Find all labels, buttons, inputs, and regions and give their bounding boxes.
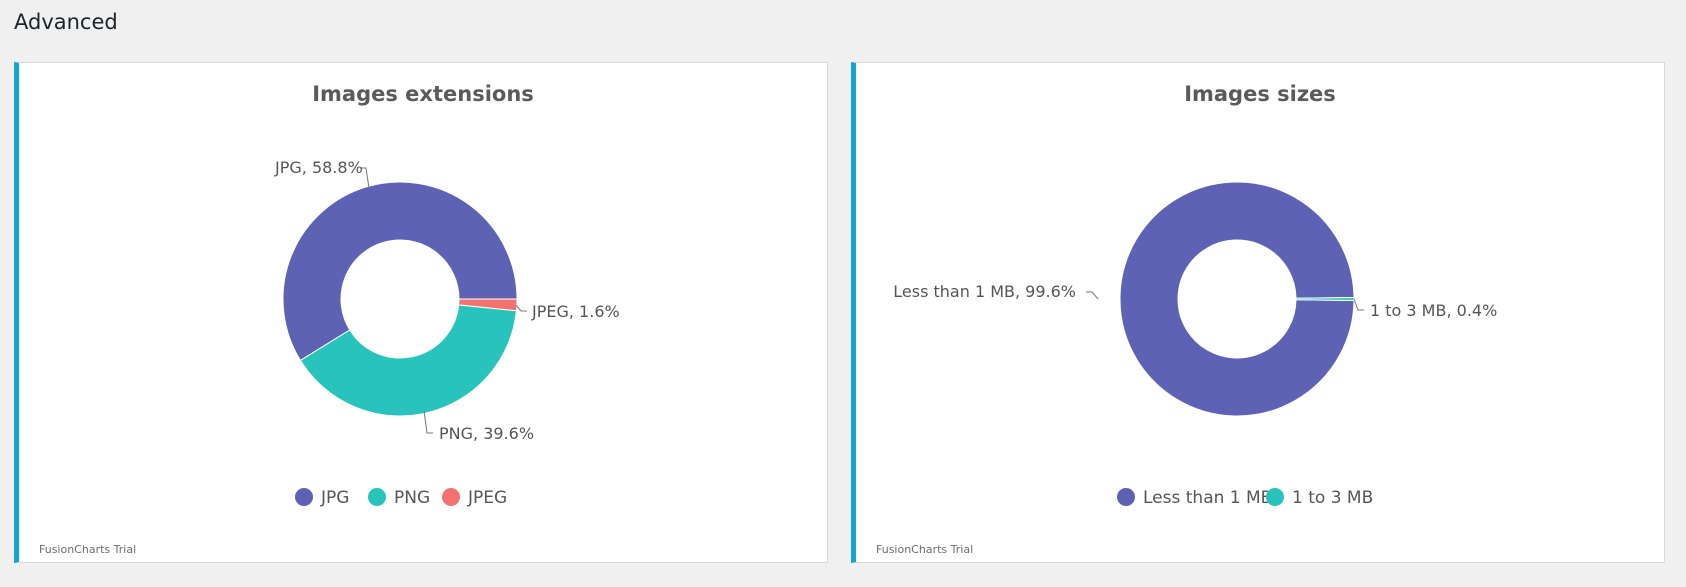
legend-swatch [1266,488,1284,506]
legend-swatch [295,488,313,506]
label-connector-less-than-1-mb [1086,291,1099,300]
slice-label-png: PNG, 39.6% [439,424,534,443]
legend: JPG PNG JPEG [295,488,507,508]
watermark: FusionCharts Trial [876,543,973,556]
slice-label-1-to-3-mb: 1 to 3 MB, 0.4% [1370,301,1497,320]
label-connector-1-to-3-mb [1353,298,1364,311]
slices [1119,181,1355,417]
doughnut-chart-images-extensions: Images extensions JPG, 58.8% JPEG, 1.6% PN… [39,82,620,556]
legend-swatch [368,488,386,506]
legend-label: JPG [320,488,349,508]
chart-title: Images sizes [1184,82,1336,106]
legend-swatch [442,488,460,506]
watermark: FusionCharts Trial [39,543,136,556]
slice-label-jpg: JPG, 58.8% [274,158,363,177]
legend-item-png[interactable]: PNG [368,488,430,508]
legend: Less than 1 MB 1 to 3 MB [1117,488,1373,508]
doughnut-chart-images-sizes: Images sizes Less than 1 MB, 99.6% 1 to 3… [876,82,1497,556]
legend-label: PNG [394,488,430,508]
slices [282,181,518,417]
legend-label: 1 to 3 MB [1292,488,1373,508]
legend-swatch [1117,488,1135,506]
slice-1-to-3-mb[interactable] [1295,297,1355,301]
legend-item-jpg[interactable]: JPG [295,488,349,508]
chart-card-images-sizes: Images sizes Less than 1 MB, 99.6% 1 to 3… [851,62,1665,563]
legend-item-1-to-3-mb[interactable]: 1 to 3 MB [1266,488,1373,508]
slice-label-jpeg: JPEG, 1.6% [531,302,620,321]
slice-label-less-than-1-mb: Less than 1 MB, 99.6% [893,282,1076,301]
page-title: Advanced [14,10,118,34]
legend-label: Less than 1 MB [1143,488,1272,508]
chart-card-images-extensions: Images extensions JPG, 58.8% JPEG, 1.6% PN… [14,62,828,563]
slice-labels: Less than 1 MB, 99.6% 1 to 3 MB, 0.4% [893,282,1497,320]
legend-item-less-than-1-mb[interactable]: Less than 1 MB [1117,488,1272,508]
legend-label: JPEG [467,488,507,508]
chart-title: Images extensions [312,82,534,106]
legend-item-jpeg[interactable]: JPEG [442,488,507,508]
label-connector-png [423,410,433,434]
label-connector-jpeg [515,304,527,312]
